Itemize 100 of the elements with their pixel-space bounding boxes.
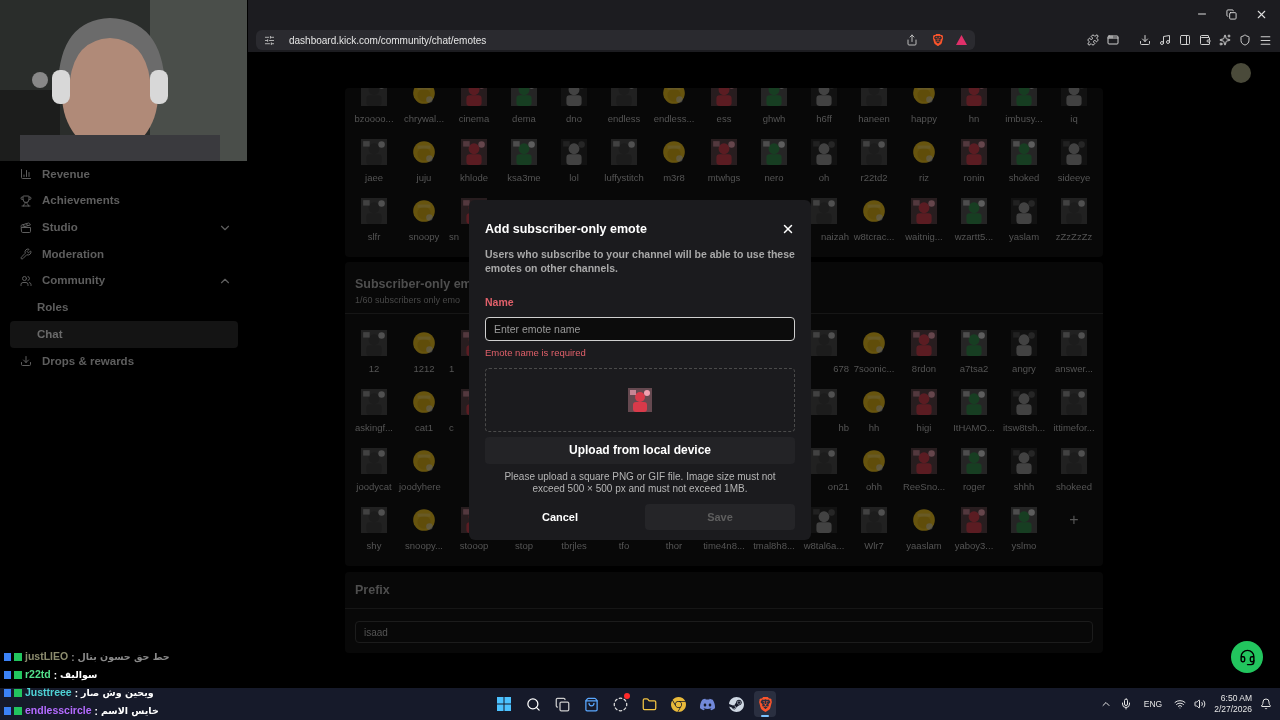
sidebar-item[interactable]: Chat [10,321,238,348]
microphone-icon[interactable] [1119,698,1132,710]
sidebar-item[interactable]: Moderation [10,241,238,268]
emote-name: r22td2 [859,172,889,184]
emote-name: dema [511,113,537,125]
emote-name: snoopy... [404,540,444,552]
dialog-title: Add subscriber-only emote [485,221,647,238]
notification-icon[interactable] [1260,698,1272,710]
emote-name: yaboy3... [953,540,995,552]
sidebar-item[interactable]: Drops & rewards [10,347,238,375]
network-icon[interactable] [1174,698,1187,710]
support-button[interactable] [1231,641,1263,673]
emote-name: ksa3me [506,172,542,184]
emote-name: roger [961,481,987,493]
emote-name: higi [915,422,933,434]
share-icon[interactable] [906,34,918,46]
language-indicator[interactable]: ENG [1143,697,1163,711]
emote-name: 8rdon [910,363,938,375]
chat-username: r22td [25,667,51,683]
site-settings-icon[interactable] [264,34,275,46]
sidebar-icon[interactable] [1179,34,1191,46]
emote-name: h6ff [815,113,833,125]
emote-name: imbusy... [1004,113,1044,125]
clock-time[interactable]: 6:50 AM [1220,693,1252,704]
emote-name: ohh [865,481,883,493]
window-icon[interactable] [1107,34,1119,46]
emote-name: 1212 [412,363,436,375]
emote-name: 678 [832,363,849,375]
windows-logo-icon [497,697,511,711]
chat-separator: : [94,704,98,719]
emote-name: khlode [459,172,489,184]
emote-name: m3r8 [662,172,686,184]
emote-name: waitnig... [904,231,944,243]
taskbar-button[interactable] [754,691,776,717]
headset-icon [1238,648,1256,666]
emote-name: 7soonic... [852,363,896,375]
emote-name: juju [415,172,433,184]
triangle-icon[interactable] [956,35,967,45]
name-field[interactable]: Enter emote name [485,316,795,341]
extensions-icon[interactable] [1087,34,1099,46]
shield-icon[interactable] [1239,34,1251,46]
address-bar[interactable]: dashboard.kick.com/community/chat/emotes [256,30,975,50]
clock-date[interactable]: 2/27/2026 [1214,704,1252,715]
chat-separator: : [74,686,79,701]
emote-name: iq [1069,113,1079,125]
emote-name: shhh [1012,481,1036,493]
sidebar-item[interactable]: Roles [10,294,238,322]
emote-name: tbrjles [560,540,588,552]
volume-icon[interactable] [1194,698,1207,710]
emote-name: w8tcrac... [852,231,896,243]
emote-name: cinema [457,113,491,125]
upload-button[interactable]: Upload from local device [485,436,795,464]
emote-name: dno [565,113,583,125]
sidebar-item[interactable]: Revenue [10,161,238,188]
sidebar-item[interactable]: Achievements [10,187,238,215]
emote-name: happy [910,113,938,125]
emote-name: yaaslam [905,540,943,552]
emote-name: askingf... [354,422,394,434]
emote-name: joodycat [355,481,393,493]
emote-name: on21 [826,481,849,493]
task-view-icon [554,696,570,712]
emote-name: cat1 [414,422,434,434]
menu-icon[interactable] [1259,33,1272,47]
dialog-description: Users who subscribe to your channel will be able to use these emotes on other channels. [485,246,795,275]
emote-name: riz [918,172,930,184]
sidebar-icon [20,221,32,234]
emote-name: answer... [1054,363,1094,375]
chat-separator: : [71,650,75,665]
sparkle-icon[interactable] [1219,34,1231,46]
emote-name: tmal8h8... [752,540,796,552]
emote-name: sideeye [1056,172,1092,184]
emote-name: sn [449,231,461,243]
emote-name: yaslam [1007,231,1041,243]
emote-name: shoked [1007,172,1041,184]
emote-name: ReeSno... [901,481,947,493]
emote-name: time4n8... [702,540,746,552]
error-message: Emote name is required [485,345,587,360]
sidebar-item[interactable]: Studio [10,214,238,242]
shield-icon[interactable] [932,34,944,46]
download-icon[interactable] [1139,34,1151,46]
music-icon[interactable] [1159,34,1171,46]
restore-icon[interactable] [1226,8,1237,20]
sidebar-icon [20,168,32,181]
cancel-button[interactable]: Cancel [485,503,635,530]
sidebar-icon [20,195,32,208]
emote-name: joodyhere [399,481,442,493]
sidebar-item[interactable]: Community [10,267,238,295]
add-emote-button[interactable]: + [1061,507,1087,533]
badge-icon [4,707,22,715]
badge-icon [4,671,22,679]
emote-name: nero [763,172,785,184]
chat-text: ويحين وش صار [81,685,154,701]
search-icon [525,696,541,712]
prefix-field[interactable]: isaad [355,621,1093,643]
field-label: Name [485,294,515,310]
emote-name: wzartt5... [953,231,995,243]
emote-name: stooop [458,540,490,552]
emote-name: ItHAMO... [952,422,996,434]
wallet-icon[interactable] [1199,34,1211,46]
steam-logo-icon [728,696,744,712]
